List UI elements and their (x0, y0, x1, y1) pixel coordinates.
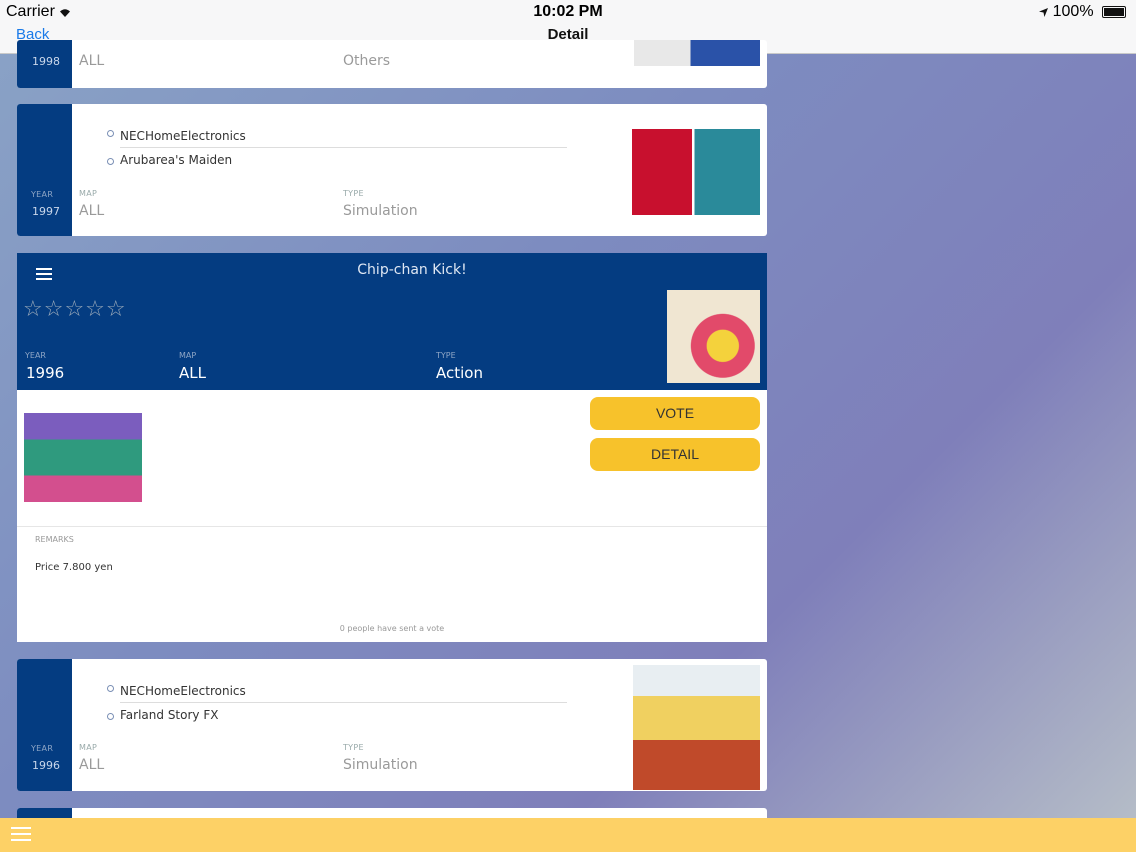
year-label: YEAR (25, 351, 46, 360)
map-value: ALL (79, 757, 105, 773)
battery-percent: 100% (1052, 3, 1094, 20)
status-time: 10:02 PM (533, 3, 603, 20)
game-card[interactable]: 1998 ALL Others (17, 40, 767, 88)
game-title: Chip-chan Kick! (357, 262, 467, 278)
divider (17, 526, 767, 527)
year-label: YEAR (31, 744, 54, 753)
type-label: TYPE (343, 189, 364, 198)
year-panel: 1998 (17, 40, 72, 88)
hamburger-menu-icon[interactable] (11, 823, 31, 845)
type-value: Simulation (343, 203, 418, 219)
vote-button[interactable]: VOTE (590, 397, 760, 430)
vote-count: 0 people have sent a vote (339, 624, 445, 633)
location-arrow-icon (1039, 8, 1049, 17)
map-value: ALL (79, 203, 105, 219)
map-label: MAP (79, 743, 98, 752)
timeline-dot (107, 158, 114, 165)
year-panel: YEAR 1996 (17, 659, 72, 791)
status-right: 100% (1039, 3, 1126, 21)
detail-button[interactable]: DETAIL (590, 438, 760, 471)
expanded-card-body: VOTE DETAIL REMARKS Price 7.800 yen 0 pe… (17, 390, 767, 642)
maker-name: NECHomeElectronics (120, 129, 246, 143)
divider (120, 702, 567, 703)
year-value: 1997 (32, 205, 60, 218)
expanded-card-header: Chip-chan Kick! ☆☆☆☆☆ YEAR 1996 MAP ALL … (17, 253, 767, 390)
bottom-bar (0, 818, 1136, 852)
screenshot-thumbnail[interactable] (24, 413, 142, 502)
year-panel: YEAR 1997 (17, 104, 72, 236)
timeline-dot (107, 685, 114, 692)
type-value: Others (343, 53, 391, 69)
type-value: Simulation (343, 757, 418, 773)
maker-name: NECHomeElectronics (120, 684, 246, 698)
type-value: Action (436, 364, 483, 382)
battery-icon (1102, 6, 1126, 18)
game-cover-image[interactable] (633, 665, 760, 790)
map-label: MAP (179, 351, 197, 360)
game-name: Farland Story FX (120, 708, 219, 722)
map-value: ALL (179, 364, 206, 382)
map-label: MAP (79, 189, 98, 198)
map-value: ALL (79, 53, 105, 69)
divider (120, 147, 567, 148)
year-value: 1998 (32, 55, 60, 68)
timeline-dot (107, 130, 114, 137)
game-card[interactable]: YEAR 1996 NECHomeElectronics Farland Sto… (17, 659, 767, 791)
year-value: 1996 (26, 364, 65, 382)
game-cover-image[interactable] (667, 290, 760, 383)
game-cover-image[interactable] (632, 129, 760, 215)
type-label: TYPE (436, 351, 456, 360)
game-cover-image[interactable] (634, 40, 760, 66)
type-label: TYPE (343, 743, 364, 752)
year-value: 1996 (32, 759, 60, 772)
timeline-dot (107, 713, 114, 720)
remarks-label: REMARKS (35, 535, 74, 544)
remarks-text: Price 7.800 yen (35, 562, 113, 573)
rating-stars[interactable]: ☆☆☆☆☆ (23, 297, 127, 322)
year-label: YEAR (31, 190, 54, 199)
game-name: Arubarea's Maiden (120, 153, 233, 167)
game-card[interactable]: YEAR 1997 NECHomeElectronics Arubarea's … (17, 104, 767, 236)
